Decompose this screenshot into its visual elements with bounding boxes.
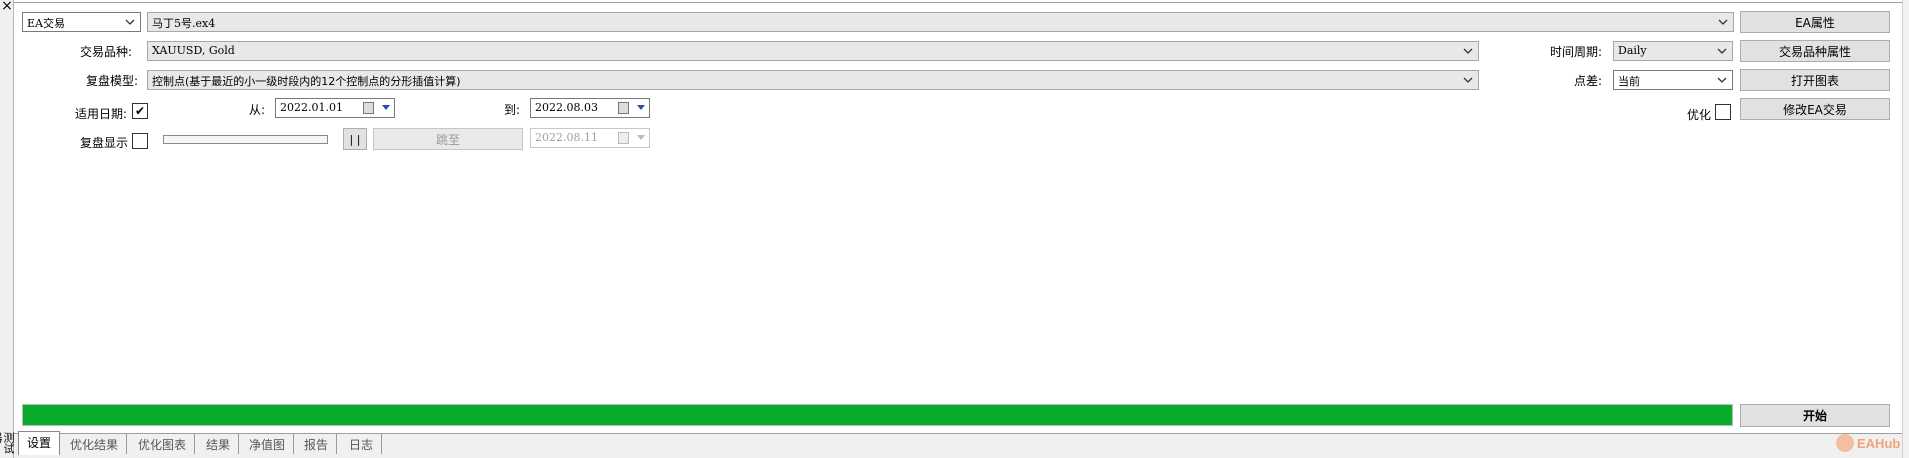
period-select[interactable]: Daily <box>1613 41 1733 61</box>
open-chart-button[interactable]: 打开图表 <box>1740 69 1890 91</box>
modify-expert-button[interactable]: 修改EA交易 <box>1740 98 1890 120</box>
top-border <box>14 2 1909 3</box>
chevron-down-icon[interactable] <box>1460 71 1476 89</box>
from-label: 从: <box>249 103 266 117</box>
model-value: 控制点(基于最近的小一级时段内的12个控制点的分形插值计算) <box>152 75 461 88</box>
spread-value: 当前 <box>1618 75 1640 88</box>
period-label: 时间周期: <box>1550 45 1603 59</box>
symbol-properties-button[interactable]: 交易品种属性 <box>1740 40 1890 62</box>
optimization-label: 优化 <box>1687 108 1712 122</box>
calendar-icon[interactable] <box>618 102 629 114</box>
dropdown-arrow-icon[interactable] <box>637 135 645 140</box>
side-panel-title: 测试器 <box>0 432 14 454</box>
close-icon[interactable]: × <box>1 0 13 14</box>
visual-mode-label: 复盘显示 <box>80 136 129 150</box>
to-date-picker[interactable]: 2022.08.03 <box>530 98 650 118</box>
pause-button[interactable]: | | <box>343 128 367 150</box>
skip-date-picker[interactable]: 2022.08.11 <box>530 128 650 148</box>
ea-file-select[interactable]: 马丁5号.ex4 <box>147 12 1734 32</box>
period-value: Daily <box>1618 44 1647 57</box>
spread-select[interactable]: 当前 <box>1613 70 1733 90</box>
watermark-text: EAHub <box>1857 436 1901 451</box>
progress-bar <box>22 404 1733 426</box>
chevron-down-icon[interactable] <box>1715 13 1731 31</box>
use-date-label: 适用日期: <box>75 107 128 121</box>
tab-item[interactable]: 优化图表 <box>130 434 196 454</box>
dropdown-arrow-icon[interactable] <box>637 105 645 110</box>
optimization-checkbox[interactable] <box>1715 104 1731 120</box>
expert-properties-button[interactable]: EA属性 <box>1740 11 1890 33</box>
tab-item[interactable]: 净值图 <box>241 434 295 454</box>
calendar-icon[interactable] <box>363 102 374 114</box>
visual-mode-checkbox[interactable] <box>132 133 148 149</box>
symbol-select[interactable]: XAUUSD, Gold <box>147 41 1479 61</box>
chevron-down-icon[interactable] <box>122 13 138 31</box>
tab-item[interactable]: 优化结果 <box>62 434 128 454</box>
watermark-logo <box>1836 434 1854 452</box>
model-label: 复盘模型: <box>86 74 139 88</box>
spread-label: 点差: <box>1574 74 1603 88</box>
calendar-icon[interactable] <box>618 132 629 144</box>
right-edge <box>1902 0 1909 458</box>
from-date-value: 2022.01.01 <box>280 101 343 114</box>
use-date-checkbox[interactable]: ✔ <box>132 103 148 119</box>
expert-type-select[interactable]: EA交易 <box>22 12 141 32</box>
chevron-down-icon[interactable] <box>1460 42 1476 60</box>
ea-file-value: 马丁5号.ex4 <box>152 17 216 30</box>
symbol-label: 交易品种: <box>80 45 133 59</box>
to-date-value: 2022.08.03 <box>535 101 598 114</box>
progress-fill <box>23 405 1732 425</box>
chevron-down-icon[interactable] <box>1714 71 1730 89</box>
chevron-down-icon[interactable] <box>1714 42 1730 60</box>
tab-item[interactable]: 报告 <box>296 434 338 454</box>
expert-type-value: EA交易 <box>27 17 65 30</box>
tab-item[interactable]: 结果 <box>198 434 240 454</box>
start-button[interactable]: 开始 <box>1740 404 1890 427</box>
skip-to-button[interactable]: 跳至 <box>373 128 523 150</box>
speed-slider[interactable] <box>163 135 328 144</box>
from-date-picker[interactable]: 2022.01.01 <box>275 98 395 118</box>
to-label: 到: <box>504 103 521 117</box>
side-panel <box>0 0 14 458</box>
tab-item[interactable]: 设置 <box>18 431 61 455</box>
dropdown-arrow-icon[interactable] <box>382 105 390 110</box>
tab-item[interactable]: 日志 <box>341 434 383 454</box>
skip-date-value: 2022.08.11 <box>535 131 598 144</box>
model-select[interactable]: 控制点(基于最近的小一级时段内的12个控制点的分形插值计算) <box>147 70 1479 90</box>
symbol-value: XAUUSD, Gold <box>152 44 235 57</box>
